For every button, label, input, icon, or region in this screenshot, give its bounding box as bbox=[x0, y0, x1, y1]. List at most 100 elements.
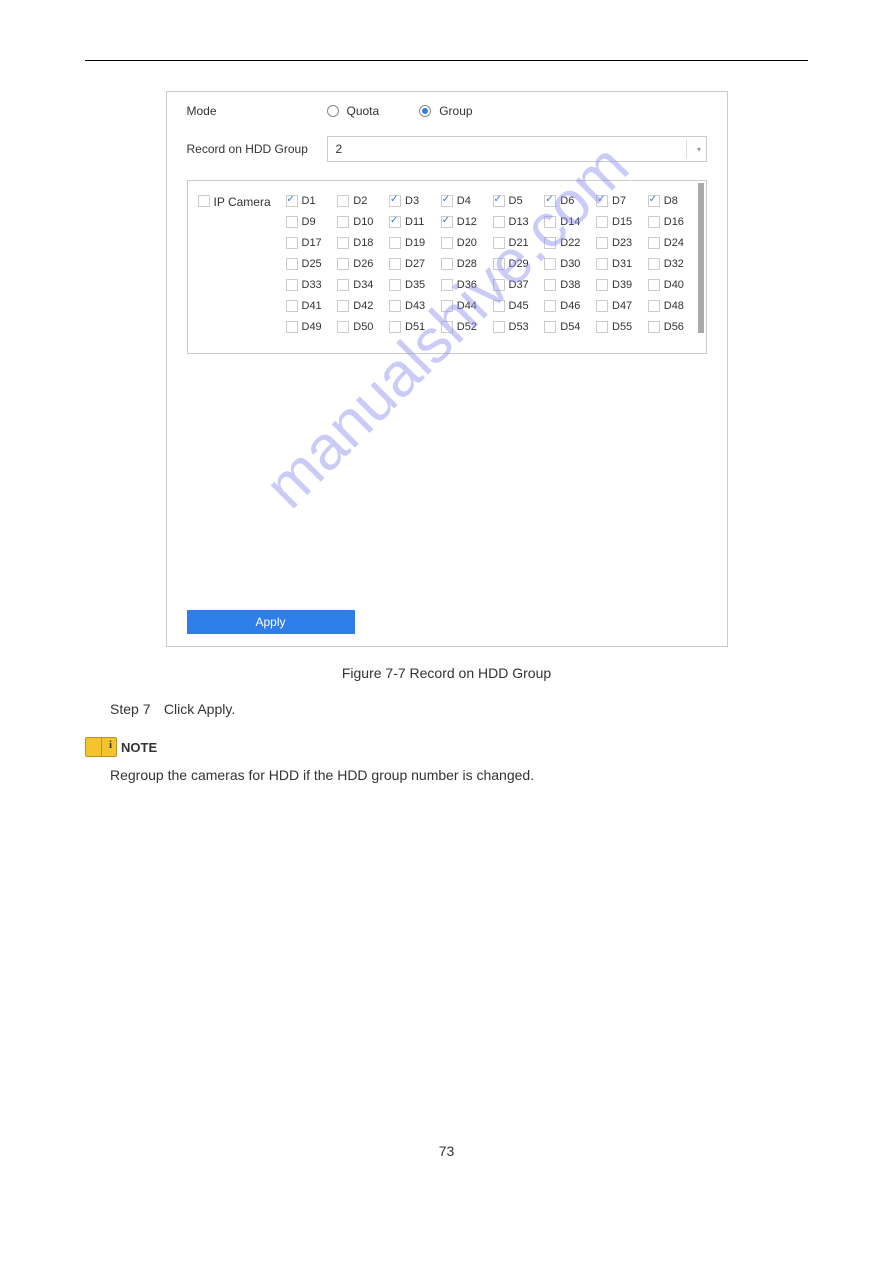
checkbox-icon bbox=[544, 258, 556, 270]
camera-checkbox[interactable]: D44 bbox=[441, 300, 489, 312]
radio-group[interactable]: Group bbox=[419, 104, 472, 118]
camera-label: D5 bbox=[509, 195, 523, 207]
camera-checkbox[interactable]: D33 bbox=[286, 279, 334, 291]
camera-checkbox[interactable]: D18 bbox=[337, 237, 385, 249]
camera-checkbox[interactable]: D40 bbox=[648, 279, 696, 291]
camera-checkbox[interactable]: D54 bbox=[544, 321, 592, 333]
camera-checkbox[interactable]: D37 bbox=[493, 279, 541, 291]
checkbox-icon bbox=[389, 216, 401, 228]
camera-checkbox[interactable]: D6 bbox=[544, 195, 592, 207]
checkbox-icon bbox=[544, 237, 556, 249]
camera-label: D12 bbox=[457, 216, 477, 228]
camera-checkbox[interactable]: D26 bbox=[337, 258, 385, 270]
camera-checkbox[interactable]: D24 bbox=[648, 237, 696, 249]
camera-checkbox[interactable]: D43 bbox=[389, 300, 437, 312]
camera-checkbox[interactable]: D52 bbox=[441, 321, 489, 333]
checkbox-icon bbox=[544, 195, 556, 207]
camera-label: D17 bbox=[302, 237, 322, 249]
radio-quota[interactable]: Quota bbox=[327, 104, 380, 118]
checkbox-icon bbox=[337, 237, 349, 249]
scrollbar[interactable] bbox=[698, 183, 704, 333]
camera-checkbox[interactable]: D34 bbox=[337, 279, 385, 291]
checkbox-icon bbox=[286, 237, 298, 249]
camera-checkbox[interactable]: D7 bbox=[596, 195, 644, 207]
camera-checkbox[interactable]: D20 bbox=[441, 237, 489, 249]
camera-label: D38 bbox=[560, 279, 580, 291]
camera-checkbox[interactable]: D46 bbox=[544, 300, 592, 312]
camera-checkbox[interactable]: D8 bbox=[648, 195, 696, 207]
camera-checkbox[interactable]: D38 bbox=[544, 279, 592, 291]
checkbox-icon bbox=[544, 216, 556, 228]
camera-label: D18 bbox=[353, 237, 373, 249]
camera-checkbox[interactable]: D10 bbox=[337, 216, 385, 228]
checkbox-icon bbox=[441, 216, 453, 228]
camera-label: D42 bbox=[353, 300, 373, 312]
camera-checkbox[interactable]: D30 bbox=[544, 258, 592, 270]
camera-checkbox[interactable]: D11 bbox=[389, 216, 437, 228]
camera-label: D47 bbox=[612, 300, 632, 312]
camera-checkbox[interactable]: D50 bbox=[337, 321, 385, 333]
apply-button[interactable]: Apply bbox=[187, 610, 355, 634]
checkbox-icon bbox=[441, 279, 453, 291]
camera-checkbox[interactable]: D49 bbox=[286, 321, 334, 333]
checkbox-icon bbox=[286, 300, 298, 312]
checkbox-icon bbox=[596, 321, 608, 333]
note-row: NOTE bbox=[85, 737, 808, 757]
camera-label: D30 bbox=[560, 258, 580, 270]
camera-checkbox[interactable]: D32 bbox=[648, 258, 696, 270]
camera-checkbox[interactable]: D31 bbox=[596, 258, 644, 270]
camera-checkbox[interactable]: D4 bbox=[441, 195, 489, 207]
camera-checkbox[interactable]: D25 bbox=[286, 258, 334, 270]
camera-checkbox[interactable]: D39 bbox=[596, 279, 644, 291]
camera-checkbox[interactable]: D51 bbox=[389, 321, 437, 333]
step-7: Step 7 Click Apply. bbox=[110, 701, 808, 717]
camera-checkbox[interactable]: D27 bbox=[389, 258, 437, 270]
checkbox-icon bbox=[596, 237, 608, 249]
camera-label: D3 bbox=[405, 195, 419, 207]
camera-checkbox[interactable]: D35 bbox=[389, 279, 437, 291]
radio-icon bbox=[327, 105, 339, 117]
camera-checkbox[interactable]: D3 bbox=[389, 195, 437, 207]
camera-label: D32 bbox=[664, 258, 684, 270]
checkbox-icon bbox=[389, 195, 401, 207]
camera-checkbox[interactable]: D53 bbox=[493, 321, 541, 333]
hdd-select[interactable]: 2 ▾ bbox=[327, 136, 707, 162]
ip-camera-checkbox[interactable]: IP Camera bbox=[198, 195, 286, 333]
camera-checkbox[interactable]: D12 bbox=[441, 216, 489, 228]
checkbox-icon bbox=[493, 216, 505, 228]
radio-quota-label: Quota bbox=[347, 104, 380, 118]
camera-checkbox[interactable]: D13 bbox=[493, 216, 541, 228]
camera-label: D1 bbox=[302, 195, 316, 207]
note-body: Regroup the cameras for HDD if the HDD g… bbox=[110, 767, 808, 783]
camera-label: D54 bbox=[560, 321, 580, 333]
camera-checkbox[interactable]: D16 bbox=[648, 216, 696, 228]
camera-checkbox[interactable]: D17 bbox=[286, 237, 334, 249]
hdd-label: Record on HDD Group bbox=[187, 142, 327, 156]
camera-label: D19 bbox=[405, 237, 425, 249]
camera-checkbox[interactable]: D15 bbox=[596, 216, 644, 228]
checkbox-icon bbox=[648, 195, 660, 207]
camera-checkbox[interactable]: D9 bbox=[286, 216, 334, 228]
config-panel: Mode Quota Group Record on HDD Group 2 ▾ bbox=[166, 91, 728, 647]
camera-checkbox[interactable]: D14 bbox=[544, 216, 592, 228]
camera-label: D8 bbox=[664, 195, 678, 207]
camera-checkbox[interactable]: D29 bbox=[493, 258, 541, 270]
camera-checkbox[interactable]: D19 bbox=[389, 237, 437, 249]
camera-checkbox[interactable]: D21 bbox=[493, 237, 541, 249]
camera-checkbox[interactable]: D47 bbox=[596, 300, 644, 312]
camera-checkbox[interactable]: D41 bbox=[286, 300, 334, 312]
camera-checkbox[interactable]: D28 bbox=[441, 258, 489, 270]
camera-checkbox[interactable]: D1 bbox=[286, 195, 334, 207]
camera-checkbox[interactable]: D45 bbox=[493, 300, 541, 312]
camera-checkbox[interactable]: D23 bbox=[596, 237, 644, 249]
camera-checkbox[interactable]: D36 bbox=[441, 279, 489, 291]
checkbox-icon bbox=[441, 195, 453, 207]
checkbox-icon bbox=[441, 321, 453, 333]
camera-checkbox[interactable]: D56 bbox=[648, 321, 696, 333]
camera-checkbox[interactable]: D42 bbox=[337, 300, 385, 312]
camera-checkbox[interactable]: D5 bbox=[493, 195, 541, 207]
camera-checkbox[interactable]: D48 bbox=[648, 300, 696, 312]
camera-checkbox[interactable]: D2 bbox=[337, 195, 385, 207]
camera-checkbox[interactable]: D55 bbox=[596, 321, 644, 333]
camera-checkbox[interactable]: D22 bbox=[544, 237, 592, 249]
